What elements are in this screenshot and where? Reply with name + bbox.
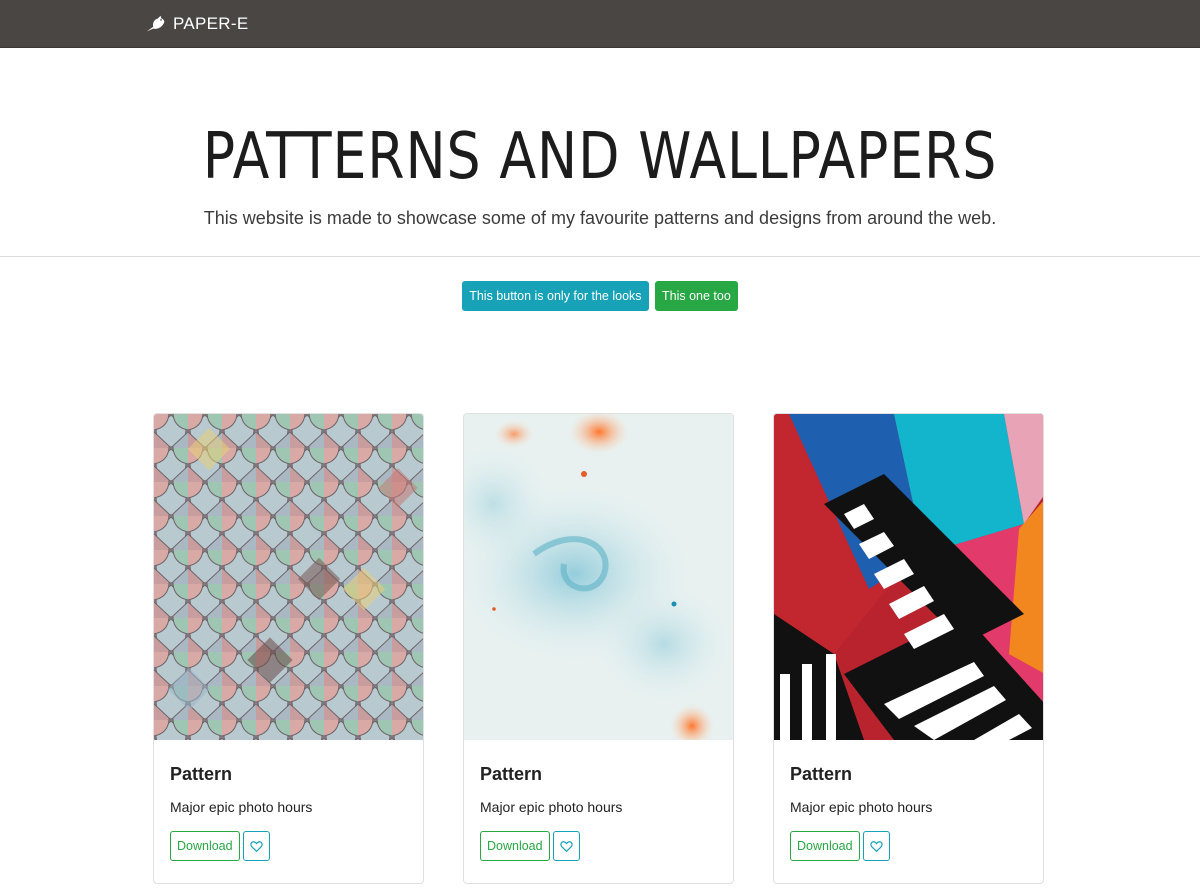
card-actions: Download: [790, 831, 1027, 861]
watercolor-swirl-image: [464, 414, 733, 740]
this-one-too-button[interactable]: This one too: [654, 281, 738, 311]
navbar: PAPER-E: [0, 0, 1200, 48]
card-title: Pattern: [170, 764, 233, 784]
card-text: Major epic photo hours: [480, 799, 623, 815]
card-title: Pattern: [790, 764, 853, 784]
favorite-button[interactable]: [552, 831, 580, 861]
bird-icon: [146, 15, 165, 31]
download-button[interactable]: Download: [480, 831, 550, 861]
card-text: Major epic photo hours: [170, 799, 313, 815]
pastel-scale-tiles-image: [154, 414, 423, 740]
card-title: Pattern: [480, 764, 543, 784]
card-grid: Pattern Major epic photo hours Download: [153, 413, 1044, 884]
geometric-stripes-image: [774, 414, 1043, 740]
brand-link[interactable]: PAPER-E: [145, 13, 248, 35]
card-actions: Download: [170, 831, 407, 861]
card-body: Pattern Major epic photo hours Download: [464, 740, 733, 861]
heart-icon: [559, 840, 573, 852]
card-actions: Download: [480, 831, 717, 861]
brand-name: PAPER-E: [173, 13, 249, 33]
download-button[interactable]: Download: [170, 831, 240, 861]
pattern-card: Pattern Major epic photo hours Download: [773, 413, 1044, 884]
favorite-button[interactable]: [862, 831, 890, 861]
pattern-card: Pattern Major epic photo hours Download: [463, 413, 734, 884]
page-title: PATTERNS AND WALLPAPERS: [202, 120, 998, 194]
card-text: Major epic photo hours: [790, 799, 933, 815]
hero-buttons: This button is only for the looks This o…: [0, 281, 1200, 311]
looks-button[interactable]: This button is only for the looks: [462, 281, 649, 311]
hero: PATTERNS AND WALLPAPERS This website is …: [0, 48, 1200, 257]
favorite-button[interactable]: [242, 831, 270, 861]
hero-subtitle: This website is made to showcase some of…: [203, 208, 997, 228]
heart-icon: [869, 840, 883, 852]
download-button[interactable]: Download: [790, 831, 860, 861]
pattern-card: Pattern Major epic photo hours Download: [153, 413, 424, 884]
card-body: Pattern Major epic photo hours Download: [154, 740, 423, 861]
heart-icon: [249, 840, 263, 852]
card-body: Pattern Major epic photo hours Download: [774, 740, 1043, 861]
